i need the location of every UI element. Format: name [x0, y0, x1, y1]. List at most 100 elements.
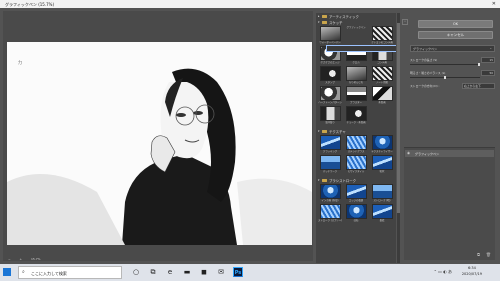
ok-button[interactable]: OK: [418, 20, 493, 28]
param-slider-track[interactable]: [410, 64, 480, 65]
search-icon: ⌕: [22, 269, 25, 275]
filter-gallery-dialog: ヵ − + 15.7% ▸ アーティスティック ▾ スケッチ ウォーターペーパー グラフィ…: [0, 8, 500, 264]
direction-select[interactable]: 右上から左下: [462, 83, 495, 89]
filter-thumbnail-label: ストローク (スプレー): [318, 219, 342, 222]
filter-thumbnail[interactable]: クラッキング: [319, 135, 341, 154]
filter-thumbnail-image: [371, 26, 393, 41]
zoom-out-button[interactable]: −: [8, 257, 11, 261]
task-view-icon[interactable]: ⧉: [148, 267, 158, 277]
param-label: ストロークの長さ (S): [410, 58, 438, 62]
filter-thumbnail[interactable]: スタンプ: [319, 66, 341, 85]
param-slider-thumb[interactable]: [444, 76, 446, 79]
svg-text:ヵ: ヵ: [17, 59, 23, 66]
filter-thumbnail-label: ステンドグラス: [347, 150, 365, 153]
trash-icon[interactable]: 🗑: [486, 252, 491, 257]
filter-thumbnail-image: [345, 184, 367, 199]
filter-thumbnail-label: モザイクタイル: [347, 170, 365, 173]
clock-date: 2020/07/19: [461, 271, 482, 276]
filter-thumbnail[interactable]: テクスチャライザー: [371, 135, 393, 154]
filter-thumbnail-image: [319, 155, 341, 170]
folder-icon: [322, 14, 327, 18]
param-value-input[interactable]: 15: [481, 57, 495, 63]
filter-thumbnail[interactable]: 木炭画: [371, 86, 393, 105]
filter-thumbnail-label: チョーク・木炭画: [346, 121, 366, 124]
filter-thumbnail[interactable]: エッジの強調: [345, 184, 367, 203]
filter-thumbnail-image: [345, 204, 367, 219]
filter-thumbnail[interactable]: ステンドグラス: [345, 135, 367, 154]
windows-start-icon[interactable]: [3, 268, 11, 276]
filter-select[interactable]: グラフィックペン ⌄: [410, 45, 495, 52]
taskbar-clock[interactable]: 6:34 2020/07/19: [462, 266, 482, 277]
filter-thumbnail[interactable]: ハーフトーンパターン: [318, 86, 342, 105]
close-icon[interactable]: ✕: [492, 1, 496, 7]
filter-thumbnail[interactable]: 墨絵: [371, 204, 393, 223]
chevron-down-icon: ⌄: [489, 46, 492, 50]
store-icon[interactable]: ◼: [199, 267, 209, 277]
filter-thumbnail-label: パッチワーク: [322, 170, 338, 173]
explorer-icon[interactable]: ▬: [182, 267, 192, 277]
filter-thumbnail[interactable]: はね: [345, 204, 367, 223]
param-value-input[interactable]: 50: [481, 70, 495, 76]
filter-thumbnail-label: クラッキング: [322, 150, 338, 153]
cancel-button[interactable]: キャンセル: [418, 31, 493, 39]
preview-area: ヵ − + 15.7%: [3, 11, 313, 261]
collapse-gallery-button[interactable]: ⌃: [402, 19, 408, 25]
filter-thumbnail[interactable]: 浅浮彫り: [319, 106, 341, 125]
filter-thumbnail[interactable]: ウォーターペーパー: [319, 26, 341, 45]
taskbar-search-box[interactable]: ⌕ ここに入力して検索: [18, 266, 122, 279]
eye-icon[interactable]: ◉: [407, 151, 410, 155]
windows-taskbar: ⌕ ここに入力して検索 ○ ⧉ e ▬ ◼ ✉ Ps ⌃ ▭ ◐ あ 6:34 2020/0…: [0, 264, 500, 281]
filter-thumbnail-label: 木炭画: [378, 101, 386, 104]
cortana-icon[interactable]: ○: [131, 267, 141, 277]
filter-select-value: グラフィックペン: [413, 47, 437, 51]
filter-thumbnail[interactable]: モザイクタイル: [345, 155, 367, 174]
filter-thumbnail[interactable]: インク画 (外形): [319, 184, 341, 203]
filter-thumbnail-label: 墨絵: [379, 219, 385, 222]
preview-image: ヵ: [7, 42, 312, 245]
param-label: ストロークの方向 (D) :: [410, 84, 440, 88]
filter-thumbnail[interactable]: ストローク (スプレー): [318, 204, 342, 223]
filter-thumbnail[interactable]: グラフィックペン: [326, 26, 396, 52]
filter-thumbnail-label: コンテ画: [377, 61, 387, 64]
search-placeholder: ここに入力して検索: [31, 271, 67, 276]
tray-icons[interactable]: ⌃ ▭ ◐ あ: [434, 269, 452, 275]
filter-thumbnail-label: 粒状: [379, 170, 385, 173]
filter-thumbnail[interactable]: パッチワーク: [319, 155, 341, 174]
filter-thumbnail-label: ノート用紙: [376, 81, 388, 84]
filter-thumbnail-label: はね: [353, 219, 359, 222]
edge-icon[interactable]: e: [165, 267, 175, 277]
filter-thumbnail-label: エッジの強調: [348, 199, 364, 202]
filter-thumbnail[interactable]: ちりめんじわ: [345, 66, 367, 85]
filter-thumbnail-label: 浅浮彫り: [325, 121, 335, 124]
filter-gallery-list[interactable]: ▸ アーティスティック ▾ スケッチ ウォーターペーパー グラフィックペン クレヨンのコンテ…: [316, 13, 396, 263]
param-light-dark-balance: 明るさ・暗さのバランス (L) 50: [410, 70, 495, 79]
filter-thumbnail-image: [371, 155, 393, 170]
filter-thumbnail-image: [345, 135, 367, 150]
preview-canvas[interactable]: ヵ: [7, 42, 312, 245]
filter-thumbnail[interactable]: ストローク (暗): [371, 184, 393, 203]
zoom-level[interactable]: 15.7%: [31, 257, 41, 261]
photoshop-icon[interactable]: Ps: [233, 267, 243, 277]
filter-thumbnail-image: [319, 106, 341, 121]
filter-thumbnail-image: [345, 66, 367, 81]
filter-thumbnail[interactable]: チョーク・木炭画: [345, 106, 367, 125]
filter-thumbnail[interactable]: プラスター: [345, 86, 367, 105]
folder-icon: [322, 178, 327, 182]
filter-thumbnail-label: ストローク (暗): [373, 199, 391, 202]
effect-layer-item[interactable]: ◉ グラフィックペン: [405, 150, 494, 157]
filter-thumbnail-image: [345, 86, 367, 101]
param-slider-thumb[interactable]: [478, 63, 480, 66]
zoom-in-button[interactable]: +: [19, 257, 22, 261]
filter-thumbnail-label: ちりめんじわ: [348, 81, 364, 84]
filter-thumbnail[interactable]: ノート用紙: [371, 66, 393, 85]
folder-icon: [322, 20, 327, 24]
settings-panel: ⌃ OK キャンセル グラフィックペン ⌄ ストロークの長さ (S) 15 明る…: [400, 13, 497, 263]
filter-thumbnail[interactable]: 粒状: [371, 155, 393, 174]
new-effect-layer-icon[interactable]: ⧉: [477, 252, 480, 257]
filter-thumbnail-image: [371, 135, 393, 150]
filter-thumbnail-image: [319, 86, 341, 101]
filter-thumbnail-image: [319, 184, 341, 199]
mail-icon[interactable]: ✉: [216, 267, 226, 277]
filter-thumbnail-label: クロム: [352, 61, 360, 64]
filter-thumbnail[interactable]: クレヨンのコンテ画: [371, 26, 393, 45]
